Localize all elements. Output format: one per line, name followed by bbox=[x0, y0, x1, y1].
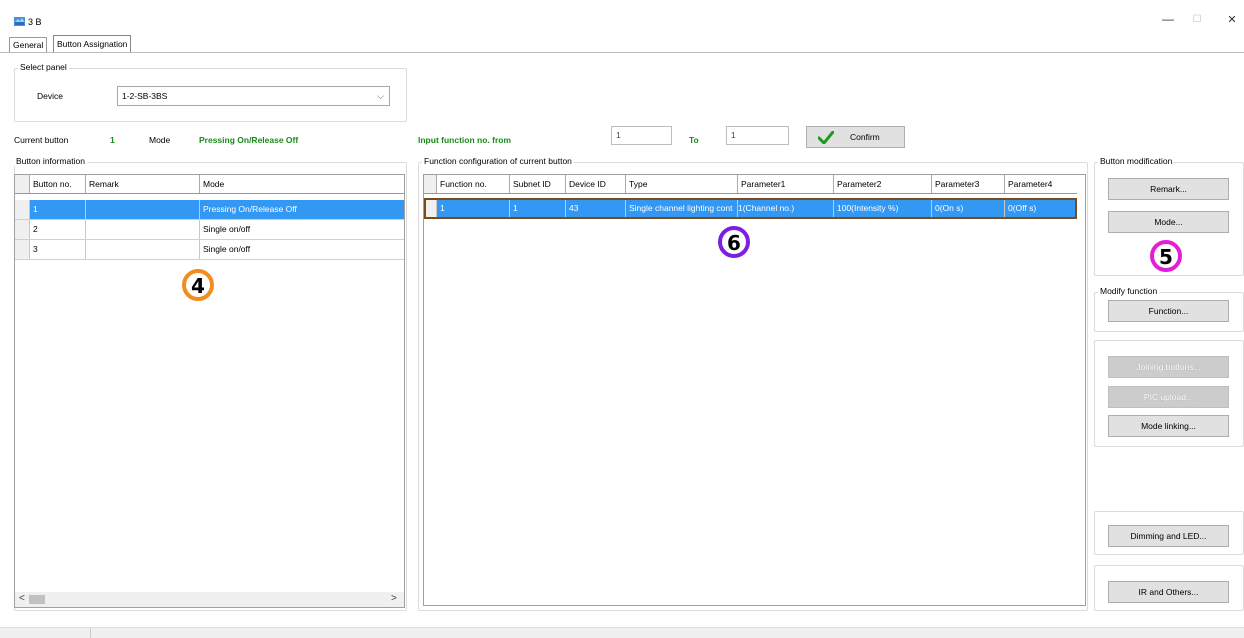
function-no-cell: 1 bbox=[436, 200, 509, 217]
tab-divider bbox=[0, 52, 1244, 53]
close-button[interactable]: ✕ bbox=[1222, 13, 1242, 26]
current-button-label: Current button bbox=[14, 135, 69, 145]
subnet-id-cell: 1 bbox=[509, 200, 565, 217]
col-parameter3[interactable]: Parameter3 bbox=[931, 175, 1004, 193]
minimize-button[interactable]: — bbox=[1158, 12, 1178, 26]
joining-buttons-button[interactable]: Joining buttons... bbox=[1108, 356, 1229, 378]
window-title: 3 B bbox=[28, 17, 42, 27]
select-panel-title: Select panel bbox=[18, 62, 69, 72]
parameter2-cell: 100(Intensity %) bbox=[833, 200, 931, 217]
col-type[interactable]: Type bbox=[625, 175, 737, 193]
col-device-id[interactable]: Device ID bbox=[565, 175, 625, 193]
mode-cell: Single on/off bbox=[199, 220, 404, 239]
current-mode-value: Pressing On/Release Off bbox=[199, 135, 299, 145]
mode-linking-button[interactable]: Mode linking... bbox=[1108, 415, 1229, 437]
mode-button[interactable]: Mode... bbox=[1108, 211, 1229, 233]
device-select-value: 1-2-SB-3BS bbox=[122, 91, 168, 101]
col-subnet-id[interactable]: Subnet ID bbox=[509, 175, 565, 193]
parameter4-cell: 0(Off s) bbox=[1004, 200, 1075, 217]
status-bar bbox=[0, 627, 1244, 638]
function-from-input[interactable]: 1 bbox=[611, 126, 672, 145]
remark-cell bbox=[85, 240, 199, 259]
row-header[interactable] bbox=[15, 200, 30, 219]
function-config-header: Function no. Subnet ID Device ID Type Pa… bbox=[424, 175, 1077, 194]
button-info-header: Button no. Remark Mode bbox=[15, 175, 404, 194]
button-no-cell: 1 bbox=[29, 200, 85, 219]
table-row[interactable]: 1 Pressing On/Release Off bbox=[15, 200, 404, 220]
scrollbar-thumb[interactable] bbox=[29, 595, 45, 604]
function-button[interactable]: Function... bbox=[1108, 300, 1229, 322]
row-header[interactable] bbox=[15, 220, 30, 239]
horizontal-scrollbar[interactable]: < > bbox=[15, 592, 404, 607]
maximize-button[interactable]: ☐ bbox=[1187, 14, 1207, 25]
col-parameter2[interactable]: Parameter2 bbox=[833, 175, 931, 193]
annotation-badge-6: 6 bbox=[718, 226, 750, 258]
pic-upload-button[interactable]: PIC upload... bbox=[1108, 386, 1229, 408]
row-header[interactable] bbox=[15, 240, 30, 259]
col-parameter4[interactable]: Parameter4 bbox=[1004, 175, 1077, 193]
annotation-badge-5: 5 bbox=[1150, 240, 1182, 272]
remark-cell bbox=[85, 200, 199, 219]
button-info-grid[interactable]: Button no. Remark Mode 1 Pressing On/Rel… bbox=[14, 174, 405, 608]
function-to-input[interactable]: 1 bbox=[726, 126, 789, 145]
row-header-corner bbox=[15, 175, 30, 193]
type-cell: Single channel lighting cont bbox=[625, 200, 737, 217]
confirm-label: Confirm bbox=[850, 132, 880, 142]
ir-others-button[interactable]: IR and Others... bbox=[1108, 581, 1229, 603]
parameter1-cell: 1(Channel no.) bbox=[737, 200, 833, 217]
device-select[interactable]: 1-2-SB-3BS ⌵ bbox=[117, 86, 390, 106]
mode-cell: Pressing On/Release Off bbox=[199, 200, 404, 219]
col-remark[interactable]: Remark bbox=[85, 175, 199, 193]
device-label: Device bbox=[37, 91, 63, 101]
modify-function-title: Modify function bbox=[1098, 286, 1160, 296]
input-function-to-label: To bbox=[689, 135, 699, 145]
tab-general[interactable]: General bbox=[9, 37, 48, 52]
button-no-cell: 3 bbox=[29, 240, 85, 259]
dimming-led-button[interactable]: Dimming and LED... bbox=[1108, 525, 1229, 547]
button-no-cell: 2 bbox=[29, 220, 85, 239]
function-config-grid[interactable]: Function no. Subnet ID Device ID Type Pa… bbox=[423, 174, 1086, 606]
function-config-title: Function configuration of current button bbox=[422, 156, 574, 166]
title-bar bbox=[0, 0, 1244, 34]
remark-button[interactable]: Remark... bbox=[1108, 178, 1229, 200]
col-parameter1[interactable]: Parameter1 bbox=[737, 175, 833, 193]
scroll-left-arrow[interactable]: < bbox=[19, 593, 25, 604]
scroll-right-arrow[interactable]: > bbox=[391, 593, 397, 604]
table-row[interactable]: 1 1 43 Single channel lighting cont 1(Ch… bbox=[424, 198, 1077, 219]
col-button-no[interactable]: Button no. bbox=[29, 175, 85, 193]
current-button-value: 1 bbox=[110, 135, 115, 145]
col-function-no[interactable]: Function no. bbox=[436, 175, 509, 193]
device-id-cell: 43 bbox=[565, 200, 625, 217]
button-modification-title: Button modification bbox=[1098, 156, 1175, 166]
remark-cell bbox=[85, 220, 199, 239]
parameter3-cell: 0(On s) bbox=[931, 200, 1004, 217]
current-mode-label: Mode bbox=[149, 135, 171, 145]
check-icon bbox=[818, 131, 834, 144]
input-function-from-label: Input function no. from bbox=[418, 135, 512, 145]
table-row[interactable]: 2 Single on/off bbox=[15, 220, 404, 240]
annotation-badge-4: 4 bbox=[182, 269, 214, 301]
confirm-button[interactable]: Confirm bbox=[806, 126, 905, 148]
chevron-down-icon: ⌵ bbox=[377, 91, 384, 101]
col-mode[interactable]: Mode bbox=[199, 175, 404, 193]
table-row[interactable]: 3 Single on/off bbox=[15, 240, 404, 260]
tab-button-assignation[interactable]: Button Assignation bbox=[53, 35, 132, 53]
button-information-title: Button information bbox=[14, 156, 87, 166]
app-icon bbox=[14, 17, 25, 26]
mode-cell: Single on/off bbox=[199, 240, 404, 259]
